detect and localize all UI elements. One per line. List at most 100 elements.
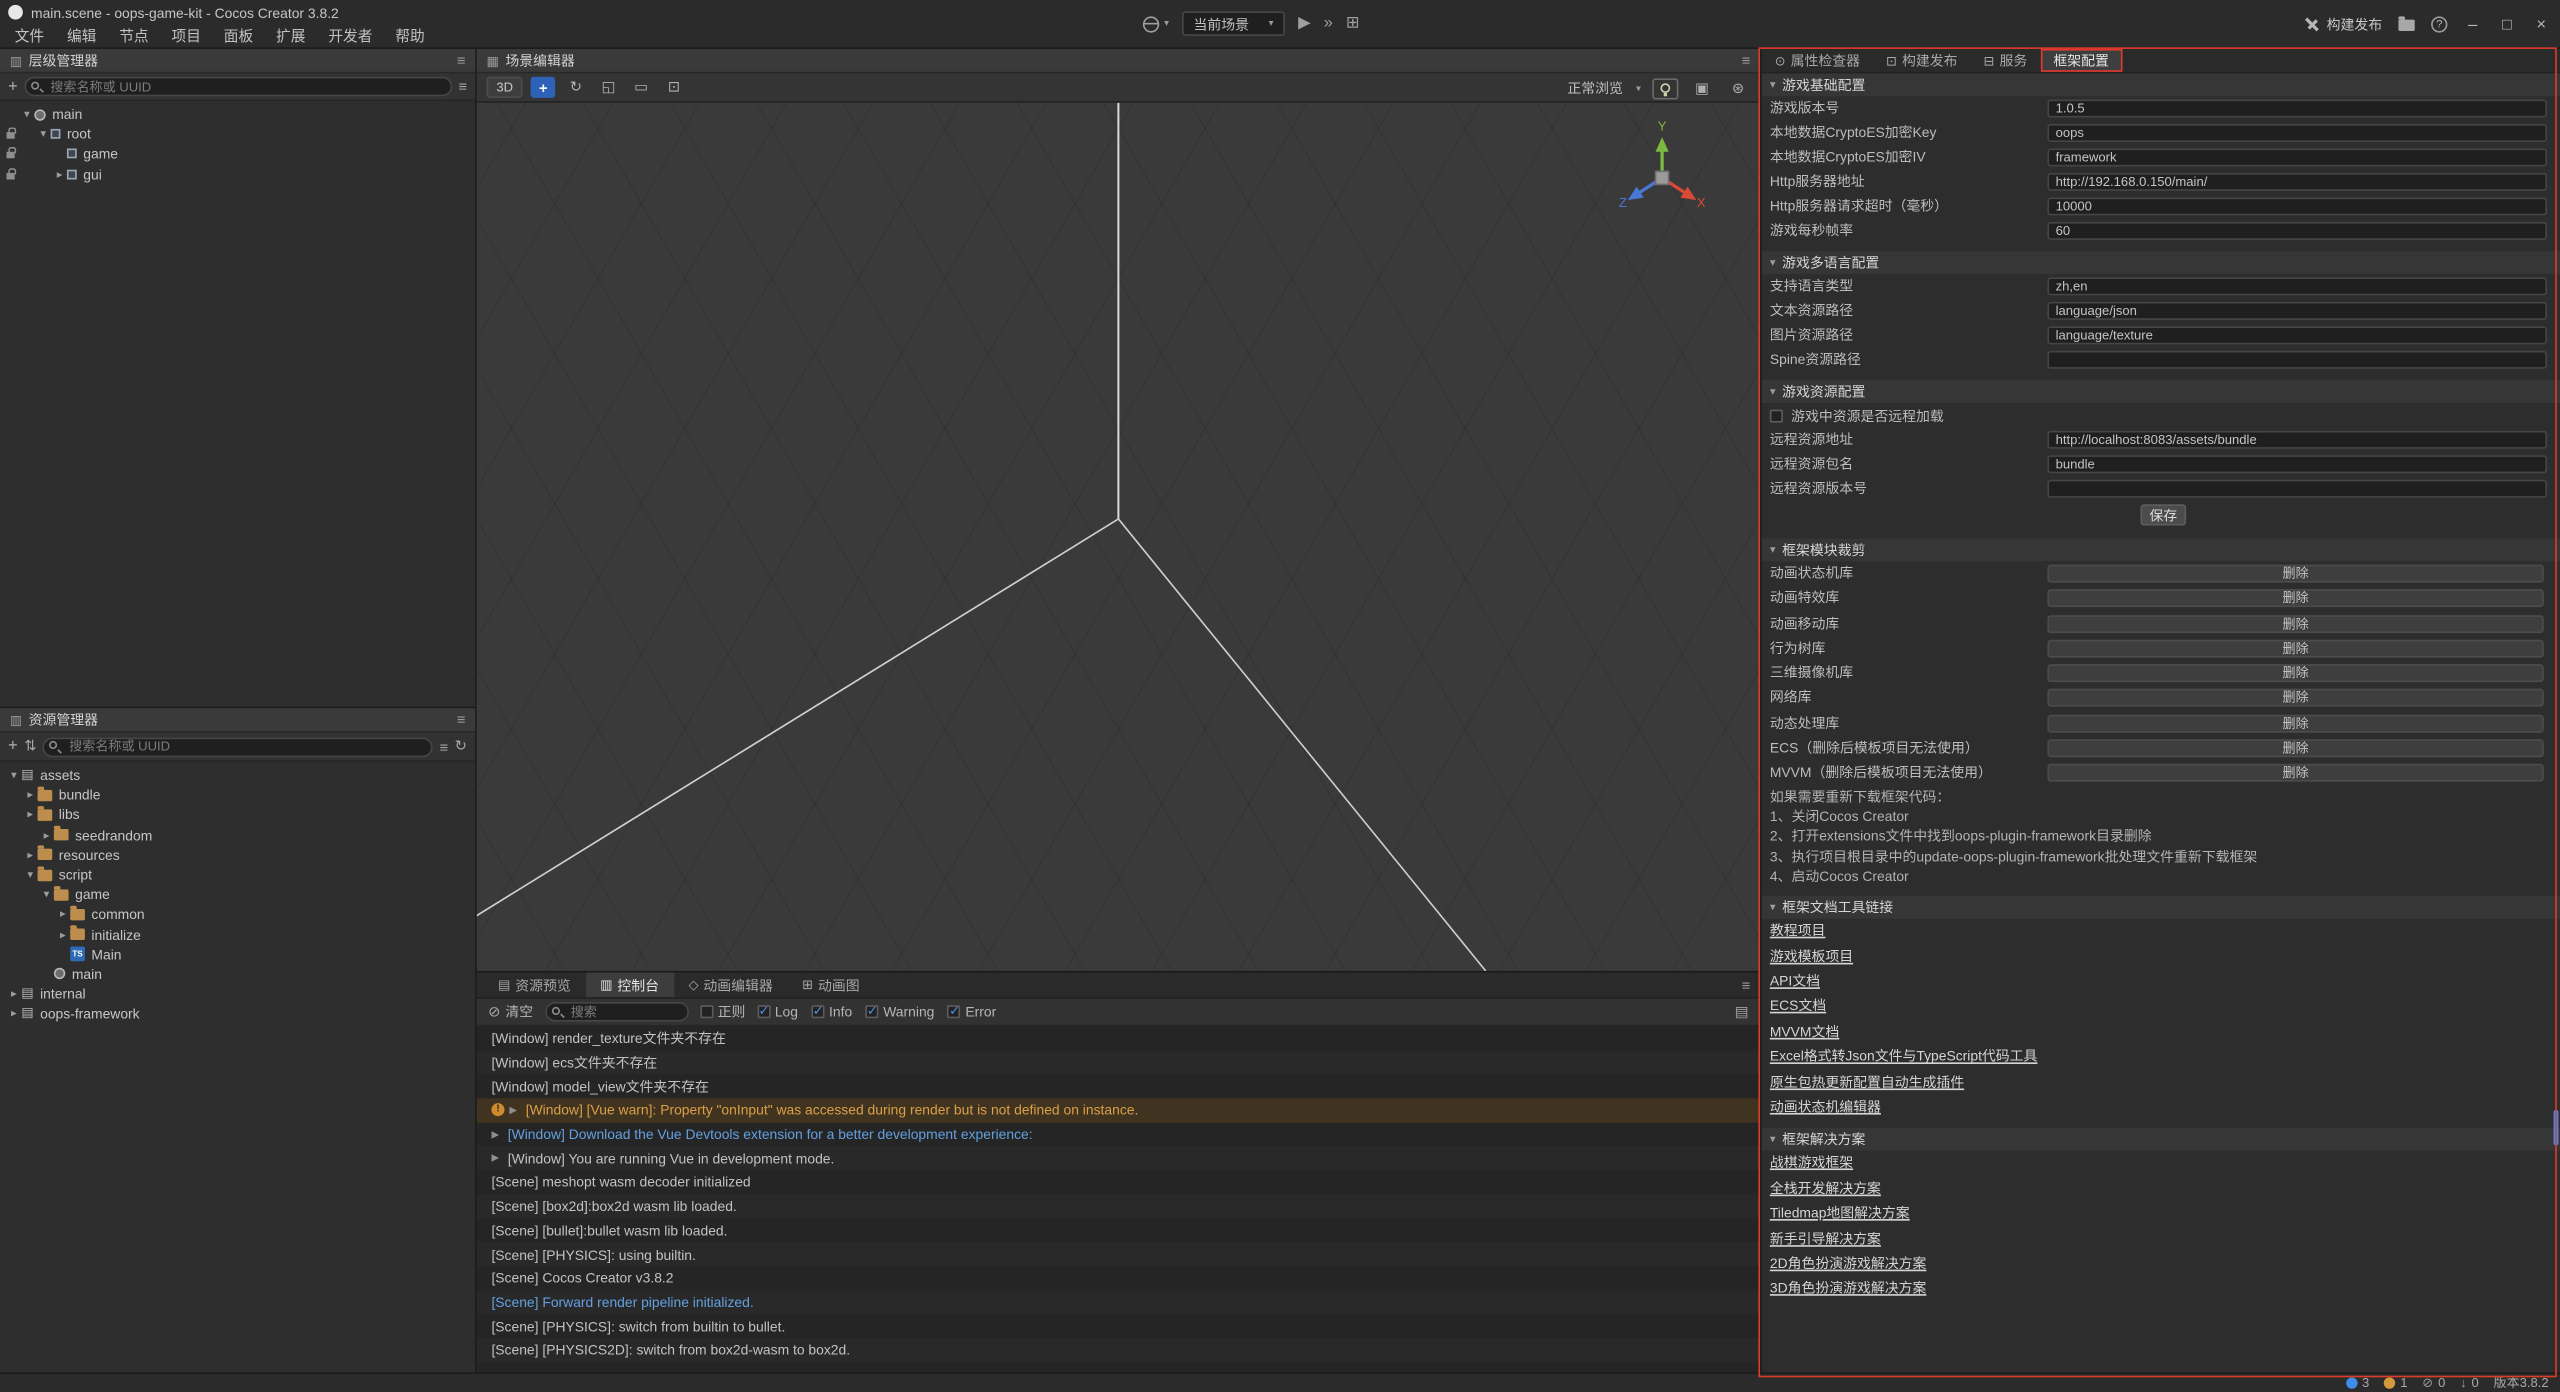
console-tab-2[interactable]: ▥控制台	[585, 973, 673, 997]
tree-row[interactable]: ▸seedrandom	[0, 825, 475, 845]
build-publish-button[interactable]: 构建发布	[2304, 15, 2382, 35]
tree-row[interactable]: ▾game	[0, 885, 475, 905]
orientation-gizmo[interactable]: Y X Z	[1610, 116, 1714, 220]
layout-button[interactable]: ⊞	[1346, 16, 1360, 32]
section-header[interactable]: ▾框架模块裁剪	[1762, 539, 2560, 562]
console-tab-3[interactable]: ◇动画编辑器	[674, 973, 788, 997]
property-input[interactable]	[2047, 455, 2547, 473]
expand-arrow-icon[interactable]: ▸	[39, 828, 54, 841]
log-expand-arrow[interactable]: ▶	[491, 1153, 507, 1164]
scrollbar-thumb[interactable]	[2554, 1110, 2559, 1146]
expand-arrow-icon[interactable]: ▸	[7, 1007, 22, 1020]
console-log-row[interactable]: [Window] render_texture文件夹不存在	[477, 1026, 1760, 1050]
scene-viewport[interactable]: Y X Z	[477, 103, 1760, 971]
lighting-toggle[interactable]	[1652, 78, 1678, 99]
doc-link[interactable]: 教程项目	[1770, 921, 1826, 941]
scale-tool[interactable]: ◱	[596, 77, 620, 98]
delete-button[interactable]: 删除	[2047, 764, 2543, 782]
menu-item[interactable]: 项目	[160, 24, 212, 48]
delete-button[interactable]: 删除	[2047, 590, 2543, 608]
tree-row[interactable]: ▸▤internal	[0, 984, 475, 1004]
expand-arrow-icon[interactable]: ▸	[23, 809, 38, 822]
property-input[interactable]	[2047, 480, 2547, 498]
delete-button[interactable]: 删除	[2047, 714, 2543, 732]
tree-row[interactable]: game	[0, 144, 475, 164]
doc-link[interactable]: 游戏模板项目	[1770, 946, 1853, 966]
update-counter[interactable]: ↓ 0	[2460, 1376, 2479, 1391]
console-log-row[interactable]: [Scene] meshopt wasm decoder initialized	[477, 1170, 1760, 1194]
console-tab-4[interactable]: ⊞动画图	[787, 973, 874, 997]
gizmo-settings-button[interactable]: ⊛	[1726, 78, 1750, 99]
console-log-row[interactable]: [Window] model_view文件夹不存在	[477, 1074, 1760, 1098]
console-log-row[interactable]: [Scene] Forward render pipeline initiali…	[477, 1290, 1760, 1314]
tree-row[interactable]: ▸▤oops-framework	[0, 1004, 475, 1024]
section-header[interactable]: ▾游戏多语言配置	[1762, 251, 2560, 274]
delete-button[interactable]: 删除	[2047, 739, 2543, 757]
expand-arrow-icon[interactable]: ▸	[23, 848, 38, 861]
assets-search-input[interactable]	[43, 737, 433, 757]
console-log-row[interactable]: [Scene] [bullet]:bullet wasm lib loaded.	[477, 1218, 1760, 1242]
doc-link[interactable]: 3D角色扮演游戏解决方案	[1770, 1278, 1927, 1298]
close-button[interactable]: ×	[2532, 16, 2550, 34]
filter-icon[interactable]: ≡	[458, 78, 467, 94]
console-log-row[interactable]: [Scene] [box2d]:box2d wasm lib loaded.	[477, 1194, 1760, 1218]
log-counter[interactable]: 3	[2346, 1376, 2370, 1391]
rotate-tool[interactable]: ↻	[564, 77, 588, 98]
maximize-button[interactable]: □	[2498, 16, 2516, 34]
collapse-arrow-icon[interactable]: ▾	[23, 868, 38, 881]
inspector-tab-3[interactable]: ⊟服务	[1971, 49, 2041, 72]
panel-menu-icon[interactable]: ≡	[1742, 52, 1751, 68]
property-input[interactable]	[2047, 351, 2547, 369]
property-input[interactable]	[2047, 302, 2547, 320]
console-log-row[interactable]: ▶[Window] Download the Vue Devtools exte…	[477, 1122, 1760, 1146]
tree-row[interactable]: ▾root	[0, 124, 475, 144]
console-filter-warning[interactable]: Warning	[865, 1004, 934, 1020]
doc-link[interactable]: ECS文档	[1770, 996, 1826, 1016]
error-counter[interactable]: ⊘ 0	[2422, 1376, 2445, 1391]
property-input[interactable]	[2047, 326, 2547, 344]
console-log-row[interactable]: ▶[Window] You are running Vue in develop…	[477, 1146, 1760, 1170]
tree-row[interactable]: ▸initialize	[0, 924, 475, 944]
console-log-row[interactable]: !▶[Window] [Vue warn]: Property "onInput…	[477, 1098, 1760, 1122]
console-filter-info[interactable]: Info	[811, 1004, 852, 1020]
console-log-row[interactable]: [Scene] [PHYSICS2D]: switch from box2d-w…	[477, 1338, 1760, 1362]
refresh-icon[interactable]: ↻	[455, 738, 467, 756]
clear-console-button[interactable]: ⊘ 清空	[488, 1002, 533, 1022]
doc-link[interactable]: API文档	[1770, 971, 1820, 991]
doc-link[interactable]: Excel格式转Json文件与TypeScript代码工具	[1770, 1046, 2038, 1066]
delete-button[interactable]: 删除	[2047, 640, 2543, 658]
property-input[interactable]	[2047, 173, 2547, 191]
console-filter-log[interactable]: Log	[757, 1004, 798, 1020]
add-asset-button[interactable]: +	[8, 738, 18, 756]
console-log-row[interactable]: [Scene] [PHYSICS]: switch from builtin t…	[477, 1314, 1760, 1338]
delete-button[interactable]: 删除	[2047, 615, 2543, 633]
checkbox-icon[interactable]	[1770, 409, 1783, 422]
section-header[interactable]: ▾框架解决方案	[1762, 1127, 2560, 1150]
expand-arrow-icon[interactable]: ▸	[56, 928, 71, 941]
property-input[interactable]	[2047, 149, 2547, 167]
inspector-tab-4[interactable]: 框架配置	[2040, 49, 2122, 72]
menu-item[interactable]: 文件	[3, 24, 55, 48]
delete-button[interactable]: 删除	[2047, 664, 2543, 682]
console-log-row[interactable]: [Scene] Cocos Creator v3.8.2	[477, 1266, 1760, 1290]
panel-menu-icon[interactable]: ≡	[457, 712, 466, 728]
projection-toggle[interactable]: 3D	[487, 77, 523, 98]
property-input[interactable]	[2047, 100, 2547, 118]
doc-link[interactable]: 战棋游戏框架	[1770, 1153, 1853, 1173]
menu-item[interactable]: 面板	[212, 24, 264, 48]
console-filter-error[interactable]: Error	[947, 1004, 996, 1020]
tree-row[interactable]: ▸resources	[0, 845, 475, 865]
collapse-arrow-icon[interactable]: ▾	[7, 769, 22, 782]
save-button[interactable]: 保存	[2140, 504, 2186, 525]
scene-select-dropdown[interactable]: 当前场景 ▾	[1182, 11, 1285, 35]
rect-tool[interactable]: ▭	[629, 77, 653, 98]
collapse-arrow-icon[interactable]: ▾	[39, 888, 54, 901]
doc-link[interactable]: Tiledmap地图解决方案	[1770, 1203, 1910, 1223]
expand-arrow-icon[interactable]: ▸	[52, 168, 67, 181]
doc-link[interactable]: MVVM文档	[1770, 1021, 1839, 1041]
add-node-button[interactable]: +	[8, 78, 18, 96]
tree-row[interactable]: ▸gui	[0, 164, 475, 184]
menu-item[interactable]: 帮助	[384, 24, 436, 48]
project-folder-icon[interactable]	[2398, 19, 2414, 30]
property-input[interactable]	[2047, 277, 2547, 295]
